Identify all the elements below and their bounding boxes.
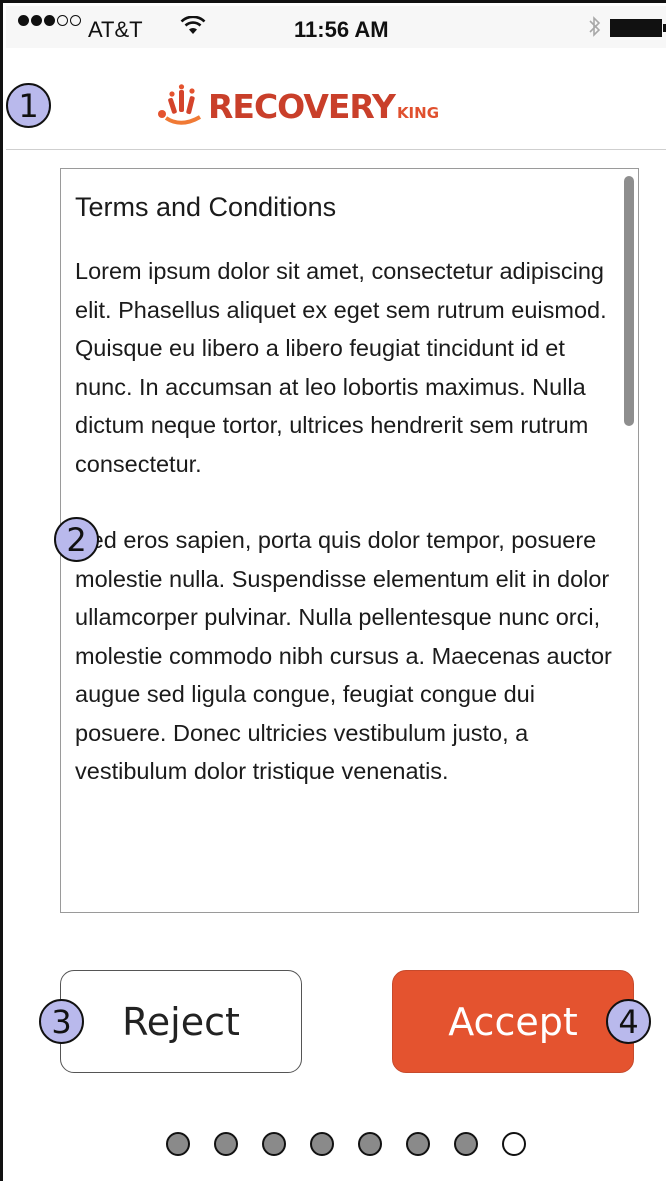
- page-indicator: [166, 1132, 526, 1156]
- page-dot[interactable]: [358, 1132, 382, 1156]
- reject-button[interactable]: Reject: [60, 970, 302, 1073]
- signal-dot: [44, 15, 55, 26]
- device-frame: AT&T 11:56 AM RECOVERY KING Terms and Co…: [0, 0, 666, 1181]
- page-dot-active[interactable]: [502, 1132, 526, 1156]
- page-dot[interactable]: [166, 1132, 190, 1156]
- scrollbar-thumb[interactable]: [624, 176, 634, 426]
- status-bar: AT&T 11:56 AM: [6, 6, 666, 48]
- status-time: 11:56 AM: [294, 17, 389, 42]
- signal-dot: [18, 15, 29, 26]
- crown-logo-icon: [158, 84, 202, 125]
- signal-dot: [57, 15, 68, 26]
- app-header: RECOVERY KING: [6, 48, 666, 150]
- wifi-icon: [180, 15, 206, 42]
- page-dot[interactable]: [454, 1132, 478, 1156]
- carrier-name: AT&T: [88, 17, 143, 42]
- page-dot[interactable]: [262, 1132, 286, 1156]
- terms-content: Terms and Conditions Lorem ipsum dolor s…: [75, 189, 620, 829]
- page-dot[interactable]: [406, 1132, 430, 1156]
- annotation-badge-3: 3: [39, 999, 84, 1044]
- terms-paragraph: Lorem ipsum dolor sit amet, consectetur …: [75, 258, 607, 477]
- signal-dot: [70, 15, 81, 26]
- accept-button[interactable]: Accept: [392, 970, 634, 1073]
- signal-strength-icon: [18, 15, 81, 26]
- battery-icon: [610, 19, 662, 37]
- logo-subtext: KING: [396, 104, 440, 122]
- terms-scroll-area[interactable]: Terms and Conditions Lorem ipsum dolor s…: [60, 168, 639, 913]
- bluetooth-icon: [587, 15, 603, 45]
- terms-paragraph: Sed eros sapien, porta quis dolor tempor…: [75, 527, 612, 784]
- page-dot[interactable]: [310, 1132, 334, 1156]
- annotation-badge-2: 2: [54, 517, 99, 562]
- annotation-badge-4: 4: [606, 999, 651, 1044]
- logo-text: RECOVERY: [208, 86, 396, 126]
- page-dot[interactable]: [214, 1132, 238, 1156]
- annotation-badge-1: 1: [6, 83, 51, 128]
- signal-dot: [31, 15, 42, 26]
- terms-title: Terms and Conditions: [75, 192, 337, 222]
- recovery-king-logo: RECOVERY KING: [156, 81, 439, 131]
